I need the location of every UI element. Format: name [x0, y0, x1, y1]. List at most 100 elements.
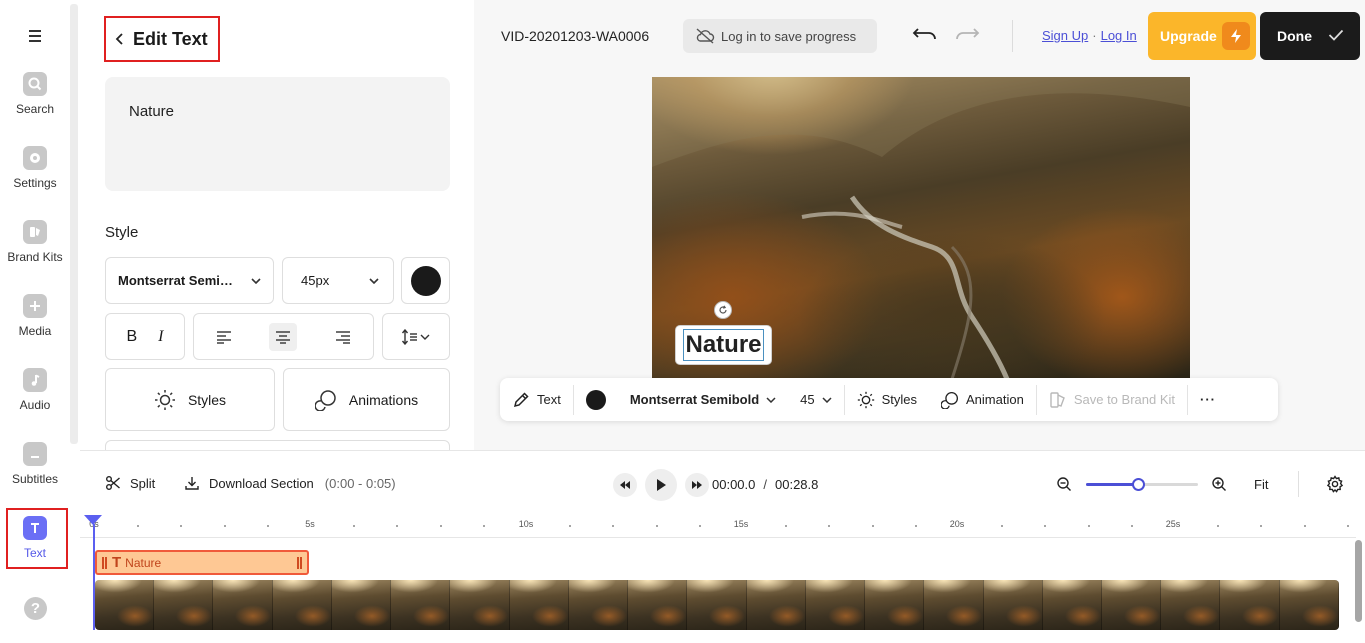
- video-thumbnail: [95, 580, 155, 630]
- color-swatch: [585, 389, 606, 410]
- font-size-select[interactable]: 45px: [282, 257, 394, 304]
- cloud-off-icon: [696, 28, 715, 44]
- video-preview[interactable]: Nature: [652, 77, 1190, 379]
- toolbar-animation-button[interactable]: Animation: [929, 378, 1036, 421]
- ruler-label: 20s: [949, 519, 965, 529]
- styles-label: Styles: [187, 391, 227, 408]
- ruler-tick: [1217, 525, 1220, 527]
- rail-item-audio[interactable]: Audio: [0, 364, 70, 430]
- align-left-icon: [216, 330, 231, 344]
- align-left-button[interactable]: [210, 323, 238, 351]
- fast-forward-button[interactable]: [685, 473, 709, 497]
- chevron-down-icon: [822, 396, 832, 403]
- timeline-ruler[interactable]: 0s 5s 10s 15s 20s 25s: [80, 516, 1356, 538]
- canvas-area: Nature Text Montserrat Semibold 45 Style…: [474, 72, 1365, 450]
- play-button[interactable]: [645, 469, 677, 501]
- brand-kit-icon: [1050, 391, 1065, 408]
- rail-scrollbar[interactable]: [70, 4, 78, 444]
- video-thumbnail: [865, 580, 925, 630]
- toolbar-size-select[interactable]: 45: [788, 378, 843, 421]
- toolbar-animation-label: Animation: [966, 392, 1024, 407]
- zoom-slider-handle[interactable]: [1132, 478, 1146, 491]
- help-icon[interactable]: ?: [24, 597, 47, 620]
- sun-icon: [154, 389, 175, 410]
- line-height-select[interactable]: [382, 313, 450, 360]
- bold-button[interactable]: B: [127, 328, 138, 346]
- text-content-input[interactable]: Nature: [105, 77, 450, 191]
- clip-trim-handle-right[interactable]: [297, 556, 302, 569]
- sign-up-link[interactable]: Sign Up: [1042, 28, 1088, 43]
- rail-item-label: Settings: [13, 176, 57, 190]
- back-button[interactable]: Edit Text: [104, 16, 220, 62]
- fit-button[interactable]: Fit: [1254, 477, 1268, 492]
- upgrade-button[interactable]: Upgrade: [1148, 12, 1256, 60]
- rail-item-brand-kits[interactable]: Brand Kits: [0, 216, 70, 282]
- zoom-in-icon[interactable]: [1211, 476, 1227, 492]
- panel-title: Edit Text: [133, 28, 208, 49]
- video-thumbnail: [568, 580, 629, 630]
- ruler-tick: [1346, 525, 1349, 527]
- search-icon: [23, 72, 47, 96]
- toolbar-styles-button[interactable]: Styles: [845, 378, 929, 421]
- zoom-out-icon[interactable]: [1056, 476, 1072, 492]
- clip-trim-handle-left[interactable]: [102, 556, 107, 569]
- rail-item-search[interactable]: Search: [0, 68, 70, 134]
- bold-italic-group: B I: [105, 313, 185, 360]
- log-in-link[interactable]: Log In: [1101, 28, 1137, 43]
- zoom-slider[interactable]: [1086, 478, 1198, 491]
- italic-button[interactable]: I: [158, 328, 163, 346]
- rotate-handle-icon[interactable]: [714, 301, 732, 319]
- rail-item-label: Brand Kits: [7, 250, 63, 264]
- download-section-button[interactable]: Download Section (0:00 - 0:05): [184, 475, 396, 491]
- save-progress-label: Log in to save progress: [721, 28, 857, 44]
- rail-item-settings[interactable]: Settings: [0, 142, 70, 208]
- text-clip[interactable]: T Nature: [95, 550, 309, 575]
- ruler-tick: [569, 525, 572, 527]
- font-family-select[interactable]: Montserrat Semi…: [105, 257, 274, 304]
- panel-partial-control[interactable]: [105, 440, 450, 450]
- animations-button[interactable]: Animations: [283, 368, 450, 431]
- rail-item-label: Audio: [19, 398, 51, 412]
- rail-item-subtitles[interactable]: Subtitles: [0, 438, 70, 504]
- pencil-icon: [513, 391, 529, 407]
- text-color-picker[interactable]: [401, 257, 450, 304]
- rail-item-media[interactable]: Media: [0, 290, 70, 356]
- more-options-button[interactable]: ···: [1188, 378, 1228, 421]
- plus-icon: [23, 294, 47, 318]
- done-button[interactable]: Done: [1260, 12, 1360, 60]
- redo-icon[interactable]: [954, 24, 980, 44]
- subtitles-icon: [23, 442, 47, 466]
- ruler-label: 10s: [518, 519, 534, 529]
- text-overlay[interactable]: Nature: [676, 326, 771, 364]
- scissors-icon: [106, 476, 120, 490]
- toolbar-font-select[interactable]: Montserrat Semibold: [618, 378, 788, 421]
- video-track[interactable]: [95, 580, 1339, 630]
- total-time: 00:28.8: [775, 477, 819, 492]
- video-thumbnail: [924, 580, 984, 630]
- undo-icon[interactable]: [912, 24, 938, 44]
- video-thumbnail: [1101, 580, 1162, 630]
- split-button[interactable]: Split: [105, 475, 155, 491]
- project-title[interactable]: VID-20201203-WA0006: [501, 28, 649, 44]
- line-height-icon: [401, 328, 430, 345]
- toolbar-color-button[interactable]: [574, 378, 618, 421]
- timeline-scrollbar[interactable]: [1355, 540, 1362, 622]
- ruler-tick: [396, 525, 399, 527]
- gear-icon[interactable]: [1326, 475, 1344, 493]
- brand-kit-icon: [23, 220, 47, 244]
- alignment-group: [193, 313, 374, 360]
- save-to-brand-kit-button[interactable]: Save to Brand Kit: [1037, 378, 1187, 421]
- divider: [1012, 20, 1013, 52]
- upgrade-label: Upgrade: [1160, 28, 1217, 44]
- ruler-label: 15s: [733, 519, 749, 529]
- styles-button[interactable]: Styles: [105, 368, 275, 431]
- hamburger-menu-icon[interactable]: [22, 24, 48, 48]
- toolbar-text-button[interactable]: Text: [500, 378, 573, 421]
- animations-label: Animations: [348, 391, 419, 408]
- align-center-button[interactable]: [269, 322, 298, 351]
- ruler-tick: [828, 525, 831, 527]
- divider: [1298, 471, 1299, 497]
- align-right-button[interactable]: [329, 323, 357, 351]
- rewind-button[interactable]: [613, 473, 637, 497]
- save-progress-button[interactable]: Log in to save progress: [683, 19, 877, 53]
